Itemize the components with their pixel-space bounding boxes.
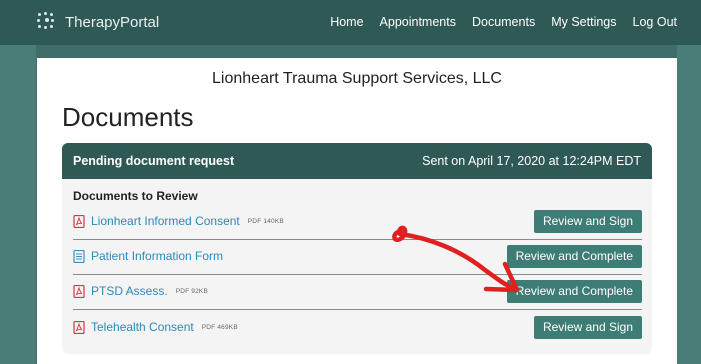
left-background-stripe <box>0 45 36 364</box>
nav-log-out[interactable]: Log Out <box>633 15 677 29</box>
pdf-icon <box>73 214 85 228</box>
nav-home[interactable]: Home <box>330 15 363 29</box>
brand-name: TherapyPortal <box>65 13 160 31</box>
document-link[interactable]: Patient Information Form <box>91 249 223 263</box>
pdf-icon <box>73 284 85 298</box>
panel-header: Pending document request Sent on April 1… <box>62 143 652 179</box>
pending-request-panel: Pending document request Sent on April 1… <box>62 143 652 354</box>
nav-appointments[interactable]: Appointments <box>380 15 456 29</box>
therapyportal-logo-icon <box>36 12 56 32</box>
company-name: Lionheart Trauma Support Services, LLC <box>212 70 502 87</box>
review-and-complete-button[interactable]: Review and Complete <box>506 279 642 303</box>
document-link[interactable]: PTSD Assess. <box>91 284 168 298</box>
document-meta: PDF 469KB <box>201 323 238 331</box>
document-link[interactable]: Lionheart Informed Consent <box>91 214 240 228</box>
nav-my-settings[interactable]: My Settings <box>551 15 616 29</box>
top-navigation-bar: TherapyPortal Home Appointments Document… <box>0 0 701 45</box>
review-and-complete-button[interactable]: Review and Complete <box>506 244 642 268</box>
brand[interactable]: TherapyPortal <box>36 12 159 32</box>
document-row: Patient Information Form Review and Comp… <box>73 240 642 272</box>
sent-date: Sent on April 17, 2020 at 12:24PM EDT <box>422 154 641 168</box>
nav-documents[interactable]: Documents <box>472 15 535 29</box>
panel-title: Pending document request <box>73 154 235 168</box>
document-link[interactable]: Telehealth Consent <box>91 320 194 334</box>
content-card: Lionheart Trauma Support Services, LLC D… <box>37 58 677 364</box>
document-row: Lionheart Informed Consent PDF 140KB Rev… <box>73 205 642 237</box>
section-label: Documents to Review <box>73 189 198 203</box>
review-and-sign-button[interactable]: Review and Sign <box>533 315 642 339</box>
form-icon <box>73 249 85 263</box>
page-title: Documents <box>62 102 194 132</box>
right-background-stripe <box>677 45 701 364</box>
row-divider <box>73 309 642 310</box>
document-meta: PDF 140KB <box>247 217 284 225</box>
document-row: Telehealth Consent PDF 469KB Review and … <box>73 311 642 343</box>
pdf-icon <box>73 320 85 334</box>
main-nav: Home Appointments Documents My Settings … <box>314 15 677 29</box>
document-row: PTSD Assess. PDF 92KB Review and Complet… <box>73 275 642 307</box>
document-meta: PDF 92KB <box>175 287 208 295</box>
review-and-sign-button[interactable]: Review and Sign <box>533 209 642 233</box>
